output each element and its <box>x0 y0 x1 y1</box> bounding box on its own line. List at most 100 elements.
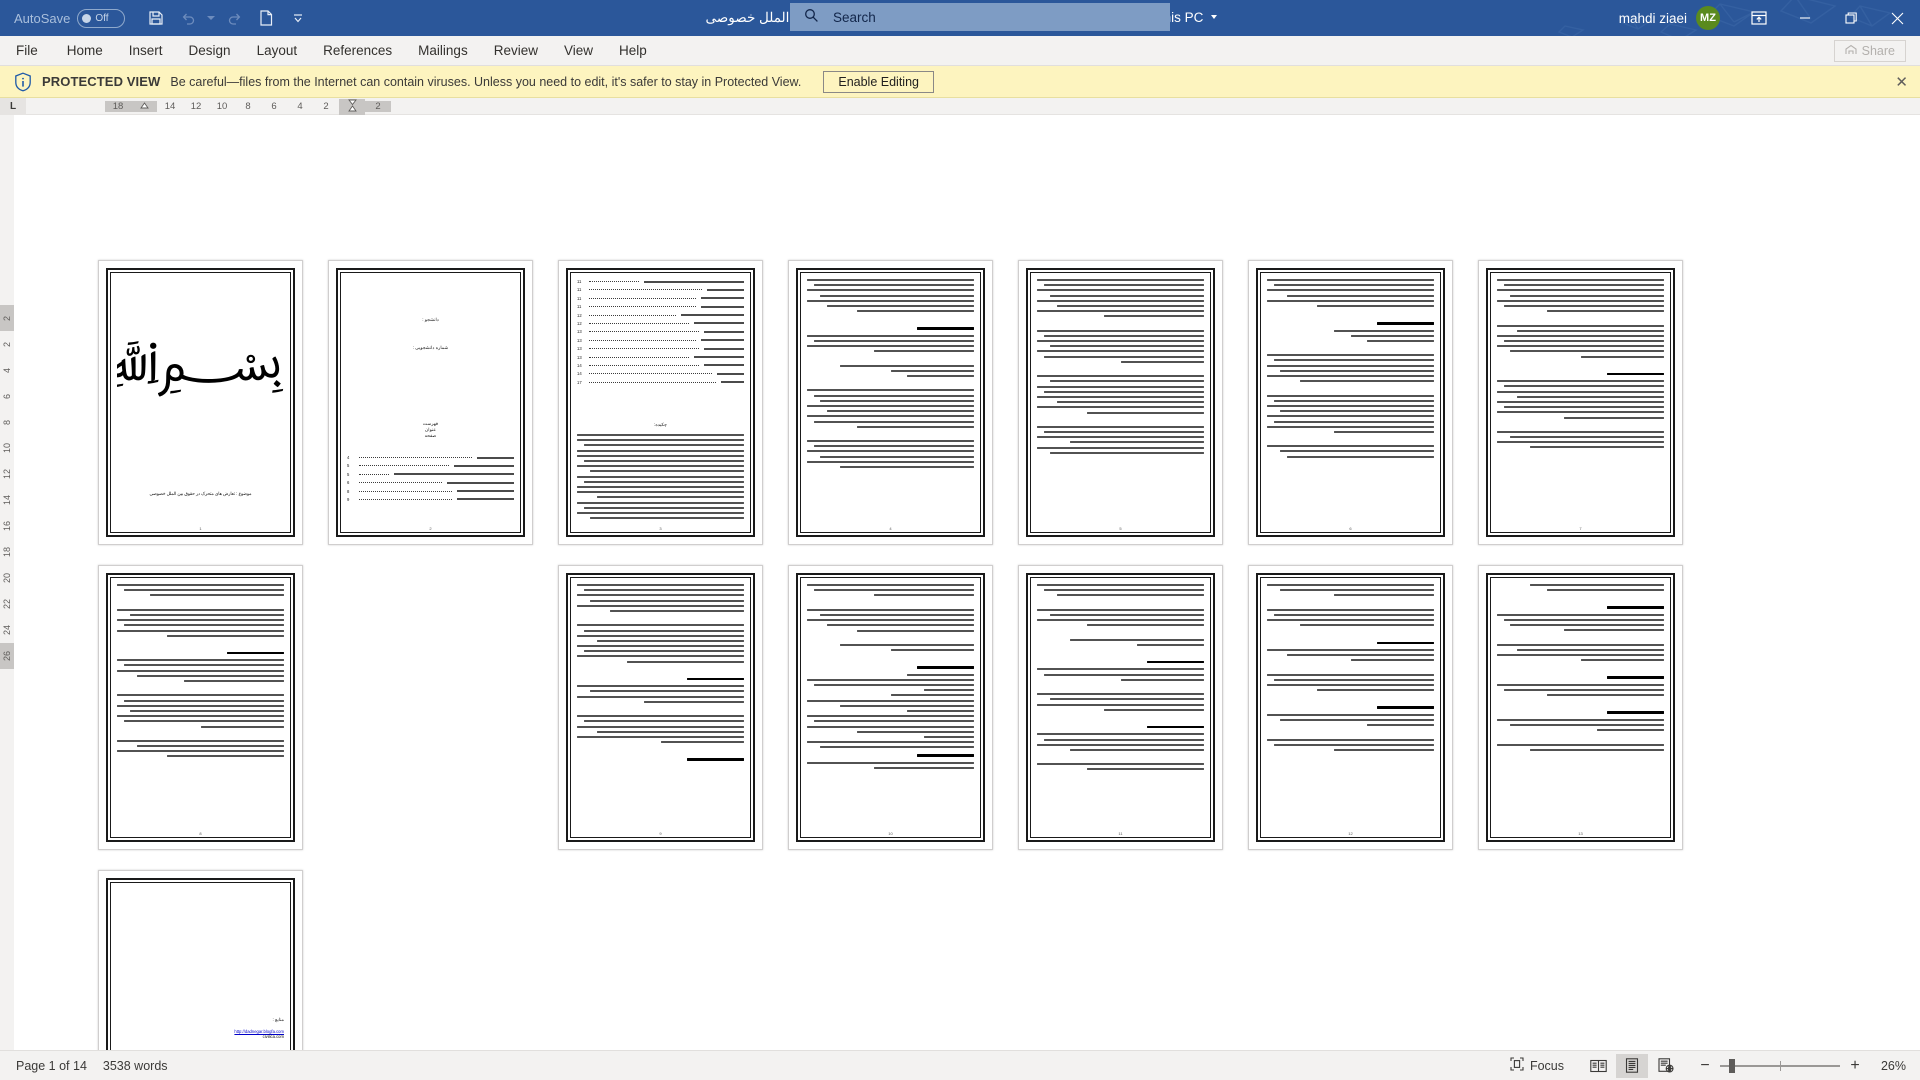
share-button[interactable]: Share <box>1833 40 1906 62</box>
tab-references[interactable]: References <box>310 36 405 65</box>
save-icon[interactable] <box>141 4 171 32</box>
document-workspace: 2 2 4 6 8 10 12 14 16 18 20 22 24 26 ﷽ م… <box>0 115 1920 1050</box>
toc-entry[interactable]: 5 <box>347 463 514 468</box>
toc-entry[interactable]: 13 <box>577 355 744 360</box>
document-page[interactable]: 4 <box>788 260 993 545</box>
toc-entry[interactable]: 11 <box>577 279 744 284</box>
web-layout-view-button[interactable] <box>1650 1054 1682 1078</box>
zoom-out-button[interactable]: − <box>1698 1057 1712 1075</box>
zoom-in-button[interactable]: + <box>1848 1057 1862 1075</box>
pages-canvas[interactable]: ﷽ موضوع : تعارض های متحرک در حقوق بین ال… <box>14 115 1920 1050</box>
tab-insert[interactable]: Insert <box>116 36 176 65</box>
page-indicator[interactable]: Page 1 of 14 <box>16 1059 87 1073</box>
toc-entry[interactable]: 4 <box>347 455 514 460</box>
document-page[interactable]: 9 <box>558 565 763 850</box>
word-count[interactable]: 3538 words <box>103 1059 168 1073</box>
paragraph-block <box>1497 279 1664 449</box>
toc-entry[interactable]: 12 <box>577 321 744 326</box>
tab-view[interactable]: View <box>551 36 606 65</box>
document-page[interactable]: 13 <box>1478 565 1683 850</box>
tab-mailings[interactable]: Mailings <box>405 36 481 65</box>
restore-button[interactable] <box>1828 0 1874 36</box>
redo-icon[interactable] <box>219 4 249 32</box>
vertical-ruler[interactable]: 2 2 4 6 8 10 12 14 16 18 20 22 24 26 <box>0 115 14 1050</box>
toc-entry[interactable]: 5 <box>347 472 514 477</box>
document-page[interactable]: 11 <box>1018 565 1223 850</box>
zoom-track[interactable] <box>1720 1058 1840 1073</box>
page-number: 5 <box>1119 526 1122 531</box>
horizontal-ruler[interactable]: L 18 14 12 10 8 6 4 2 2 <box>0 97 1920 115</box>
toc-entry[interactable]: 11 <box>577 304 744 309</box>
read-mode-view-button[interactable] <box>1582 1054 1614 1078</box>
minimize-button[interactable] <box>1782 0 1828 36</box>
quick-access-toolbar <box>141 4 313 32</box>
document-page[interactable]: ﷽ موضوع : تعارض های متحرک در حقوق بین ال… <box>98 260 303 545</box>
print-layout-view-button[interactable] <box>1616 1053 1648 1078</box>
toc-entry[interactable]: 14 <box>577 363 744 368</box>
page-number: 7 <box>1579 526 1582 531</box>
close-button[interactable] <box>1874 0 1920 36</box>
avatar[interactable]: MZ <box>1696 6 1720 30</box>
toc-entry[interactable]: 11 <box>577 287 744 292</box>
status-bar-right-group: Focus − + 26% <box>1510 1053 1910 1078</box>
document-page[interactable]: 6 <box>1248 260 1453 545</box>
autosave-toggle[interactable]: Off <box>77 8 126 28</box>
toc-entry[interactable]: 13 <box>577 329 744 334</box>
undo-icon[interactable] <box>173 4 203 32</box>
zoom-slider-handle[interactable] <box>1729 1058 1735 1073</box>
title-dropdown-caret-icon[interactable] <box>1211 15 1218 19</box>
customize-quick-access-toolbar-icon[interactable] <box>283 4 313 32</box>
page-content <box>1037 584 1204 824</box>
tab-home[interactable]: Home <box>54 36 116 65</box>
page-content <box>117 584 284 824</box>
tab-review[interactable]: Review <box>481 36 551 65</box>
document-page[interactable]: 5 <box>1018 260 1223 545</box>
toc-entry[interactable]: 14 <box>577 371 744 376</box>
document-page[interactable]: 12 <box>1248 565 1453 850</box>
document-page[interactable]: منابع : http://dadnegar.blogfa.com civil… <box>98 870 303 1050</box>
ribbon-display-options-icon[interactable] <box>1736 0 1782 36</box>
page-border: 7 <box>1486 268 1675 537</box>
zoom-level[interactable]: 26% <box>1874 1059 1906 1073</box>
document-page[interactable]: 10 <box>788 565 993 850</box>
reference-source: civilica.com <box>262 1034 284 1039</box>
titlebar-right-group: mahdi ziaei MZ <box>1619 0 1920 36</box>
vruler-tick: 24 <box>2 625 12 636</box>
page-border: 12 <box>1256 573 1445 842</box>
new-document-icon[interactable] <box>251 4 281 32</box>
document-page[interactable]: 8 <box>98 565 303 850</box>
close-icon[interactable]: ✕ <box>1895 73 1908 91</box>
ruler-tick: 14 <box>164 101 176 112</box>
autosave-control[interactable]: AutoSave Off <box>14 8 126 28</box>
toc-entry[interactable]: 12 <box>577 313 744 318</box>
tab-help[interactable]: Help <box>606 36 660 65</box>
page-content <box>577 584 744 824</box>
zoom-slider[interactable]: − + <box>1698 1057 1862 1075</box>
toc-entry[interactable]: 11 <box>577 296 744 301</box>
toc-entry[interactable]: 9 <box>347 497 514 502</box>
enable-editing-button[interactable]: Enable Editing <box>823 70 934 93</box>
user-name: mahdi ziaei <box>1618 10 1687 26</box>
ribbon-tabs: File Home Insert Design Layout Reference… <box>0 36 1920 66</box>
document-page[interactable]: دانشجو : شماره دانشجویی : فهرست عنوان صف… <box>328 260 533 545</box>
page-number: 6 <box>1349 526 1352 531</box>
page-border: 4 <box>796 268 985 537</box>
tab-layout[interactable]: Layout <box>244 36 311 65</box>
chevron-down-icon[interactable] <box>205 4 217 32</box>
document-page[interactable]: 11 11 11 11 12 12 13 13 13 13 14 14 17 چ… <box>558 260 763 545</box>
tab-stop-selector[interactable]: L <box>0 97 26 115</box>
toc-entry[interactable]: 13 <box>577 338 744 343</box>
tab-design[interactable]: Design <box>176 36 244 65</box>
ruler-hanging-indent-marker[interactable] <box>339 98 365 115</box>
toc-entry[interactable]: 8 <box>347 489 514 494</box>
ruler-tick: 12 <box>190 101 202 112</box>
tab-file[interactable]: File <box>0 36 54 65</box>
toc-entry[interactable]: 6 <box>347 480 514 485</box>
ruler-indent-marker[interactable] <box>131 101 157 112</box>
focus-mode-button[interactable]: Focus <box>1510 1057 1564 1074</box>
search-input[interactable]: Search <box>790 3 1170 31</box>
page-number: 4 <box>889 526 892 531</box>
toc-entry[interactable]: 17 <box>577 380 744 385</box>
document-page[interactable]: 7 <box>1478 260 1683 545</box>
toc-entry[interactable]: 13 <box>577 346 744 351</box>
